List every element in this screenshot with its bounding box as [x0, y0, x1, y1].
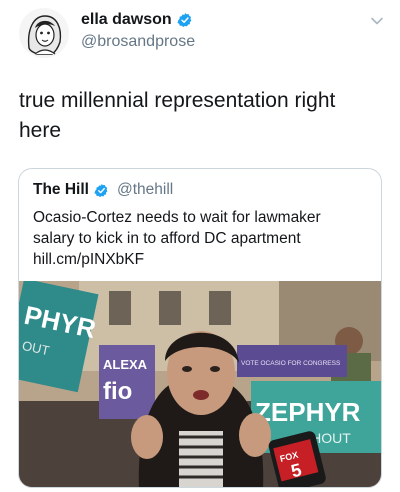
display-name-text: ella dawson	[81, 11, 172, 28]
verified-badge-icon	[177, 13, 192, 27]
quoted-display-name[interactable]: The Hill	[33, 181, 89, 199]
sign-purple-subtext: fio	[103, 378, 132, 405]
avatar[interactable]	[19, 8, 69, 58]
quoted-tweet-text: Ocasio-Cortez needs to wait for lawmaker…	[33, 207, 363, 270]
protest-sign-purple: ALEXA fio	[99, 345, 155, 419]
display-name[interactable]: ella dawson	[81, 11, 193, 29]
quoted-tweet-link[interactable]: hill.cm/pINXbKF	[33, 251, 144, 268]
avatar-illustration	[19, 8, 69, 58]
verified-badge-icon	[94, 183, 108, 197]
sign-right-text: ZEPHYR	[255, 397, 361, 427]
chevron-down-icon[interactable]	[370, 14, 384, 28]
quoted-tweet-body: Ocasio-Cortez needs to wait for lawmaker…	[33, 209, 321, 247]
sign-purple-text: ALEXA	[103, 357, 148, 372]
quoted-tweet-photo[interactable]: PHYR OUT ALEXA fio VOTE OCASIO FOR CONGR…	[19, 281, 382, 488]
user-handle[interactable]: @brosandprose	[81, 33, 195, 51]
quoted-handle[interactable]: @thehill	[117, 181, 173, 199]
protest-sign-top-right: VOTE OCASIO FOR CONGRESS	[237, 345, 347, 377]
tweet-text: true millennial representation right her…	[19, 89, 336, 142]
sign-top-right-text: VOTE OCASIO FOR CONGRESS	[241, 360, 341, 367]
quoted-tweet-header: The Hill @thehill	[33, 181, 173, 199]
quoted-tweet-card[interactable]: The Hill @thehill Ocasio-Cortez needs to…	[18, 168, 382, 488]
